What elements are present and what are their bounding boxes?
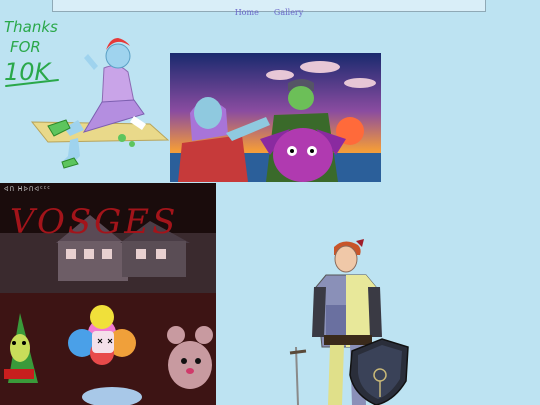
artwork-thanks-10k[interactable]: Thanks FOR 10K <box>0 10 170 170</box>
artwork-knight-character[interactable] <box>284 235 414 405</box>
artwork-vosges-poster[interactable]: VOSGES <box>0 183 216 405</box>
thanks-text: Thanks <box>4 18 58 36</box>
nav-link-home[interactable]: Home <box>235 8 259 17</box>
nav-link-gallery[interactable]: Gallery <box>274 8 303 17</box>
character-figure <box>47 38 146 169</box>
for-text: FOR <box>10 38 41 56</box>
artwork-sunset-duo[interactable] <box>170 53 381 182</box>
artist-signature: ᐊᑎ ᕼᐅᑎᐊᑦᑦᑦ <box>4 186 51 193</box>
vosges-title: VOSGES <box>10 202 178 242</box>
